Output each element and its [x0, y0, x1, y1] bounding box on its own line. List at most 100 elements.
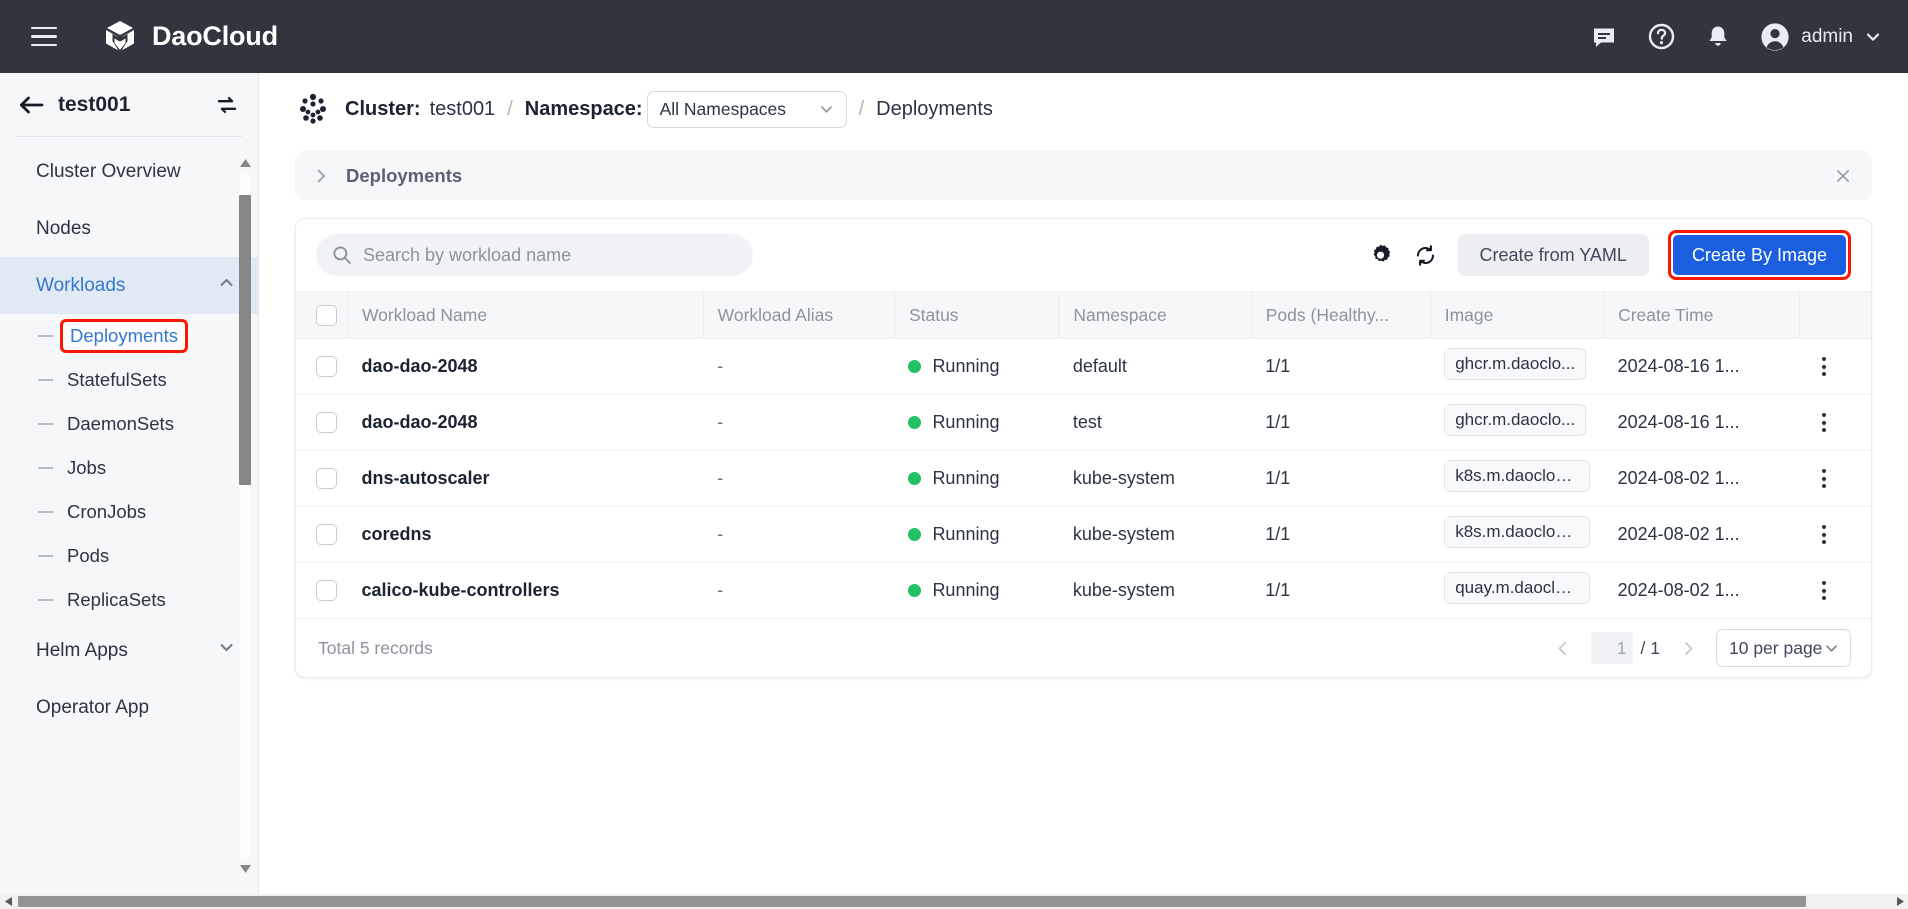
- prev-page-button[interactable]: [1549, 634, 1577, 662]
- image-chip[interactable]: ghcr.m.daoclo...: [1444, 404, 1586, 436]
- cell-namespace: kube-system: [1059, 563, 1251, 619]
- table-toolbar: Search by workload name: [296, 219, 1871, 291]
- user-name: admin: [1801, 26, 1853, 48]
- table-header-row: Workload Name Workload Alias Status Name…: [296, 292, 1871, 339]
- scrollbar-thumb[interactable]: [239, 195, 251, 485]
- cell-workload-name[interactable]: coredns: [347, 507, 703, 563]
- chevron-right-icon[interactable]: [312, 167, 332, 185]
- hamburger-icon[interactable]: [24, 17, 64, 57]
- sync-icon[interactable]: [214, 92, 240, 118]
- daocloud-logo-icon: [102, 19, 138, 55]
- row-more-menu-icon[interactable]: [1813, 356, 1835, 378]
- row-more-menu-icon[interactable]: [1813, 580, 1835, 602]
- image-chip[interactable]: ghcr.m.daoclo...: [1444, 348, 1586, 380]
- next-page-button[interactable]: [1674, 634, 1702, 662]
- cell-image: ghcr.m.daoclo...: [1430, 395, 1603, 451]
- table-row[interactable]: dao-dao-2048 - Running default 1/1 ghcr.…: [296, 339, 1871, 395]
- back-arrow-icon[interactable]: [16, 90, 46, 120]
- cell-workload-alias: -: [703, 395, 894, 451]
- select-all-checkbox[interactable]: [316, 305, 337, 326]
- row-checkbox[interactable]: [316, 356, 337, 377]
- cell-workload-name[interactable]: calico-kube-controllers: [347, 563, 703, 619]
- row-more-menu-icon[interactable]: [1813, 412, 1835, 434]
- column-status[interactable]: Status: [894, 292, 1058, 339]
- image-chip[interactable]: k8s.m.daoclou...: [1444, 460, 1589, 492]
- sidebar-item-label: Cluster Overview: [36, 161, 181, 183]
- sidebar-header: test001: [0, 73, 258, 136]
- cell-workload-name[interactable]: dao-dao-2048: [347, 339, 703, 395]
- table-row[interactable]: dns-autoscaler - Running kube-system 1/1…: [296, 451, 1871, 507]
- image-chip[interactable]: k8s.m.daoclou...: [1444, 516, 1589, 548]
- bullet-dash-icon: [38, 511, 53, 514]
- scrollbar-track[interactable]: [16, 894, 1892, 909]
- total-records-label: Total 5 records: [318, 638, 433, 659]
- row-more-menu-icon[interactable]: [1813, 468, 1835, 490]
- table-row[interactable]: dao-dao-2048 - Running test 1/1 ghcr.m.d…: [296, 395, 1871, 451]
- sidebar-item-statefulsets[interactable]: StatefulSets: [0, 358, 258, 402]
- search-input[interactable]: Search by workload name: [316, 234, 753, 276]
- sidebar-item-pods[interactable]: Pods: [0, 534, 258, 578]
- create-by-image-button[interactable]: Create By Image: [1673, 235, 1846, 275]
- sidebar-item-cluster-overview[interactable]: Cluster Overview: [0, 143, 258, 200]
- sidebar-item-jobs[interactable]: Jobs: [0, 446, 258, 490]
- chevron-down-icon: [818, 101, 835, 118]
- chat-icon[interactable]: [1589, 22, 1619, 52]
- row-checkbox[interactable]: [316, 580, 337, 601]
- cell-namespace: kube-system: [1059, 507, 1251, 563]
- sidebar-item-cronjobs[interactable]: CronJobs: [0, 490, 258, 534]
- row-checkbox[interactable]: [316, 468, 337, 489]
- user-menu[interactable]: admin: [1760, 22, 1882, 52]
- horizontal-scrollbar[interactable]: [0, 894, 1908, 909]
- scroll-up-arrow-icon[interactable]: [239, 156, 252, 170]
- breadcrumb-separator: /: [859, 98, 865, 121]
- column-workload-name[interactable]: Workload Name: [347, 292, 703, 339]
- top-header: DaoCloud: [0, 0, 1908, 73]
- row-more-menu-icon[interactable]: [1813, 524, 1835, 546]
- cell-workload-name[interactable]: dns-autoscaler: [347, 451, 703, 507]
- scroll-right-arrow-icon[interactable]: [1892, 894, 1908, 909]
- sidebar-item-replicasets[interactable]: ReplicaSets: [0, 578, 258, 622]
- sidebar-item-label: CronJobs: [67, 498, 146, 526]
- status-dot-icon: [908, 528, 921, 541]
- create-from-yaml-button[interactable]: Create from YAML: [1458, 234, 1649, 276]
- sidebar-scrollbar[interactable]: [238, 153, 252, 879]
- sidebar-item-deployments[interactable]: Deployments: [0, 314, 258, 358]
- refresh-icon[interactable]: [1413, 242, 1439, 268]
- create-by-image-highlight: Create By Image: [1668, 230, 1851, 280]
- sidebar-item-helm-apps[interactable]: Helm Apps: [0, 622, 258, 679]
- image-chip[interactable]: quay.m.daoclo...: [1444, 572, 1589, 604]
- status-text: Running: [932, 468, 999, 489]
- sidebar-item-label: Jobs: [67, 454, 106, 482]
- scroll-down-arrow-icon[interactable]: [239, 862, 252, 876]
- close-icon[interactable]: [1832, 165, 1854, 187]
- row-select-cell: [296, 451, 347, 507]
- breadcrumb-cluster-value[interactable]: test001: [430, 98, 496, 121]
- column-workload-alias[interactable]: Workload Alias: [703, 292, 894, 339]
- page-number-input[interactable]: 1: [1591, 632, 1633, 664]
- page-size-select[interactable]: 10 per page: [1716, 629, 1851, 667]
- column-pods[interactable]: Pods (Healthy...: [1251, 292, 1430, 339]
- column-namespace[interactable]: Namespace: [1059, 292, 1251, 339]
- row-checkbox[interactable]: [316, 412, 337, 433]
- column-create-time[interactable]: Create Time: [1604, 292, 1800, 339]
- scrollbar-thumb[interactable]: [18, 896, 1806, 907]
- sidebar-item-workloads[interactable]: Workloads: [0, 257, 258, 314]
- bell-icon[interactable]: [1703, 22, 1733, 52]
- sidebar-item-daemonsets[interactable]: DaemonSets: [0, 402, 258, 446]
- table-row[interactable]: calico-kube-controllers - Running kube-s…: [296, 563, 1871, 619]
- sidebar-item-label: Workloads: [36, 275, 125, 297]
- cell-workload-name[interactable]: dao-dao-2048: [347, 395, 703, 451]
- table-row[interactable]: coredns - Running kube-system 1/1 k8s.m.…: [296, 507, 1871, 563]
- sidebar-item-operator-app[interactable]: Operator App: [0, 679, 258, 736]
- column-image[interactable]: Image: [1430, 292, 1603, 339]
- gear-icon[interactable]: [1368, 242, 1394, 268]
- namespace-select[interactable]: All Namespaces: [647, 91, 847, 128]
- help-icon[interactable]: [1646, 22, 1676, 52]
- sidebar-item-nodes[interactable]: Nodes: [0, 200, 258, 257]
- sidebar-item-label: Operator App: [36, 697, 149, 719]
- sidebar-item-label: Deployments: [60, 319, 188, 353]
- cell-namespace: test: [1059, 395, 1251, 451]
- cell-create-time: 2024-08-02 1...: [1604, 507, 1800, 563]
- row-checkbox[interactable]: [316, 524, 337, 545]
- scroll-left-arrow-icon[interactable]: [0, 894, 16, 909]
